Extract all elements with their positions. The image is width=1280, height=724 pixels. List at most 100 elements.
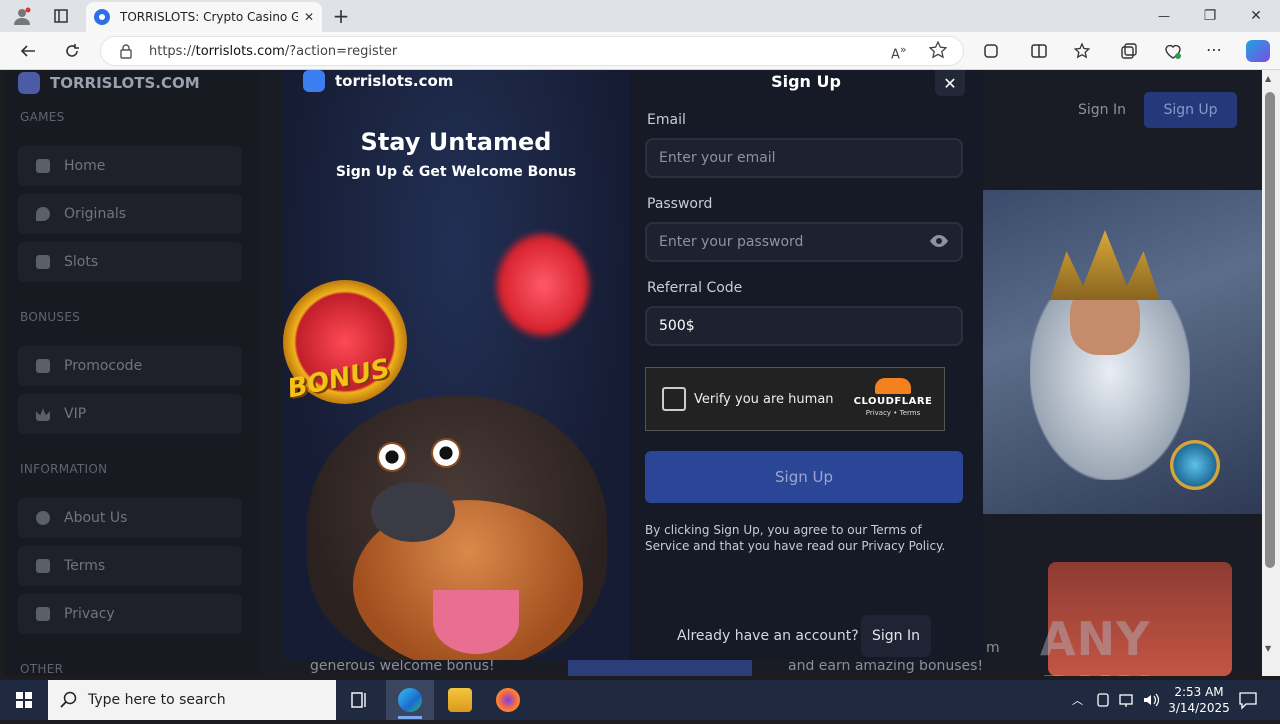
slots-icon (36, 255, 50, 269)
promo-panel: torrislots.com Stay Untamed Sign Up & Ge… (283, 70, 629, 660)
header-sign-up-button[interactable]: Sign Up (1144, 92, 1237, 128)
read-aloud-icon[interactable]: A» (891, 43, 907, 62)
nav-originals-label: Originals (64, 206, 127, 222)
profile-icon[interactable] (10, 6, 34, 26)
dog-eye-image (377, 442, 407, 472)
site-brand[interactable]: TORRISLOTS.COM (18, 72, 200, 94)
scroll-up-icon[interactable]: ▲ (1265, 74, 1271, 83)
nav-about[interactable]: About Us (18, 498, 242, 538)
url-prefix: https:// (149, 43, 196, 59)
shield-icon (36, 607, 50, 621)
scroll-down-icon[interactable]: ▼ (1265, 644, 1271, 653)
sign-up-submit-button[interactable]: Sign Up (645, 451, 963, 503)
dog-nose-image (371, 482, 455, 542)
anyrun-watermark: ANY RUN (1040, 612, 1153, 676)
close-modal-button[interactable]: ✕ (935, 70, 965, 96)
nav-terms[interactable]: Terms (18, 546, 242, 586)
taskbar-search-box[interactable]: Type here to search (48, 680, 336, 720)
nav-vip-label: VIP (64, 406, 87, 422)
more-options-icon[interactable]: ⋯ (1206, 40, 1222, 59)
promo-thumbnail[interactable] (568, 660, 752, 676)
nav-slots-label: Slots (64, 254, 99, 270)
show-hidden-icons-chevron-icon[interactable]: ︿ (1072, 692, 1083, 708)
close-tab-icon[interactable]: ✕ (304, 10, 314, 24)
minimize-button[interactable]: — (1150, 6, 1178, 26)
nav-vip[interactable]: VIP (18, 394, 242, 434)
header-sign-in-link[interactable]: Sign In (1078, 102, 1126, 118)
url-bar[interactable]: https://torrislots.com/?action=register … (100, 36, 964, 66)
system-clock[interactable]: 2:53 AM 3/14/2025 (1164, 684, 1234, 716)
favorite-star-icon[interactable] (928, 40, 948, 63)
promo-subtitle: Sign Up & Get Welcome Bonus (335, 164, 577, 180)
nav-originals[interactable]: Originals (18, 194, 242, 234)
file-explorer-icon[interactable] (448, 688, 472, 712)
close-window-button[interactable]: ✕ (1242, 6, 1270, 26)
search-placeholder: Type here to search (88, 692, 226, 708)
promo-text-fragment: m (986, 640, 1000, 656)
back-icon[interactable] (16, 40, 40, 62)
extensions-icon[interactable] (982, 42, 1000, 64)
nav-privacy-label: Privacy (64, 606, 115, 622)
password-field[interactable]: Enter your password (645, 222, 963, 262)
referral-code-field[interactable]: 500$ (645, 306, 963, 346)
promocode-icon (36, 359, 50, 373)
signup-modal: torrislots.com Stay Untamed Sign Up & Ge… (283, 70, 983, 660)
start-button[interactable] (0, 680, 48, 720)
nav-home[interactable]: Home (18, 146, 242, 186)
nav-promocode-label: Promocode (64, 358, 143, 374)
nav-terms-label: Terms (64, 558, 106, 574)
refresh-icon[interactable] (60, 40, 84, 62)
clock-time: 2:53 AM (1174, 685, 1224, 699)
nav-privacy[interactable]: Privacy (18, 594, 242, 634)
dog-tongue-image (433, 590, 519, 654)
volume-icon[interactable] (1142, 692, 1160, 712)
show-password-eye-icon[interactable] (929, 233, 949, 247)
section-games: GAMES (20, 110, 65, 124)
sidebar: TORRISLOTS.COM GAMES Home Originals Slot… (4, 70, 260, 676)
modal-brand: torrislots.com (303, 70, 453, 92)
notifications-icon[interactable] (1238, 690, 1258, 714)
email-label: Email (647, 112, 686, 128)
captcha-text: Verify you are human (694, 391, 834, 407)
split-screen-icon[interactable] (1030, 42, 1048, 64)
collections-icon[interactable] (1120, 42, 1138, 64)
section-bonuses: BONUSES (20, 310, 81, 324)
firefox-icon[interactable] (496, 688, 520, 712)
captcha-checkbox[interactable] (662, 387, 686, 411)
cloudflare-brand: CLOUDFLARE (853, 396, 933, 407)
edge-browser-icon[interactable] (398, 688, 422, 712)
flame-icon (36, 207, 50, 221)
hero-banner-zeus[interactable] (980, 190, 1262, 514)
modal-heading: Sign Up (771, 72, 841, 91)
already-account-text: Already have an account? (677, 628, 859, 644)
search-icon (60, 691, 78, 713)
section-other: OTHER (20, 662, 64, 676)
nav-promocode[interactable]: Promocode (18, 346, 242, 386)
restore-button[interactable]: ❐ (1196, 6, 1224, 26)
email-field[interactable]: Enter your email (645, 138, 963, 178)
site-favicon-icon (94, 9, 110, 25)
task-view-icon[interactable] (348, 688, 372, 712)
password-label: Password (647, 196, 713, 212)
dog-eye-image (431, 438, 461, 468)
nav-slots[interactable]: Slots (18, 242, 242, 282)
document-icon (36, 559, 50, 573)
scrollbar-thumb[interactable] (1265, 92, 1275, 568)
active-app-indicator (398, 716, 422, 719)
promo-title: Stay Untamed (360, 128, 552, 156)
paw-coin-blurred-image (493, 230, 593, 340)
new-tab-button[interactable]: + (330, 4, 352, 28)
home-icon (36, 159, 50, 173)
cloudflare-links[interactable]: Privacy • Terms (853, 409, 933, 417)
site-brand-text: TORRISLOTS.COM (50, 74, 200, 92)
clock-date: 3/14/2025 (1168, 701, 1230, 715)
browser-tab[interactable]: TORRISLOTS: Crypto Casino Gam ✕ (86, 2, 322, 32)
favorites-icon[interactable] (1073, 42, 1092, 64)
network-icon[interactable] (1118, 692, 1136, 712)
modal-sign-in-button[interactable]: Sign In (861, 615, 931, 657)
tab-actions-icon[interactable] (50, 6, 72, 26)
browser-essentials-icon[interactable] (1164, 42, 1182, 64)
copilot-icon[interactable] (1246, 40, 1270, 62)
device-icon[interactable] (1096, 692, 1110, 712)
nav-about-label: About Us (64, 510, 128, 526)
